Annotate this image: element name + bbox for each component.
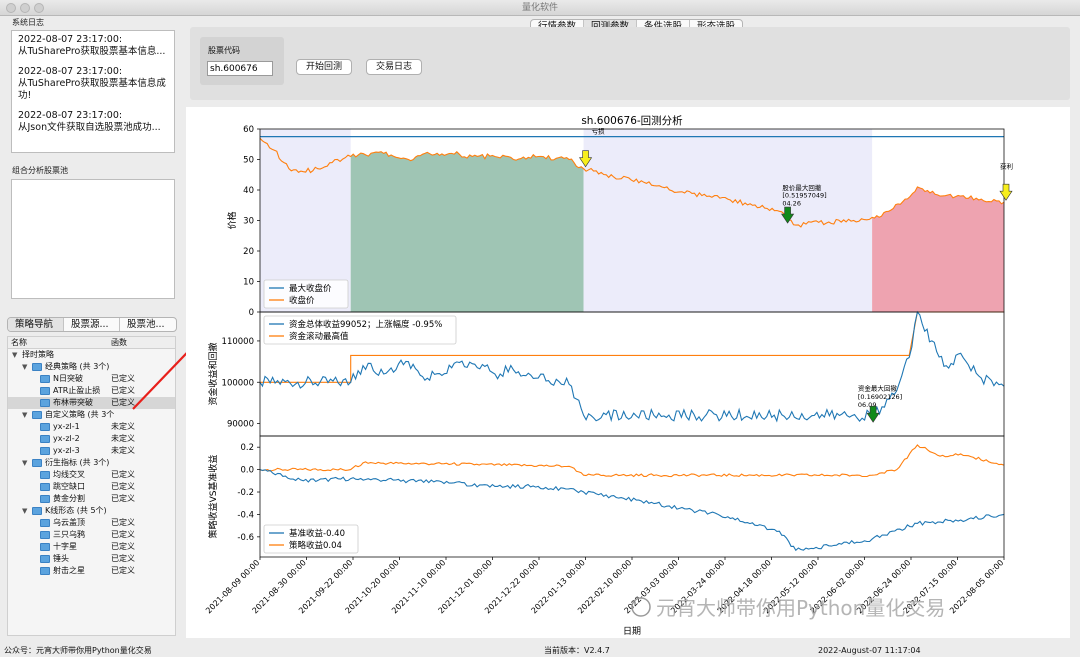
equity-ylabel: 资金收益和回撤 <box>207 342 219 405</box>
return-ytick-label: -0.6 <box>237 533 254 543</box>
price-region-2 <box>583 129 873 312</box>
equity-annotation: 资金最大回撤 <box>858 384 898 393</box>
price-legend-label: 最大收盘价 <box>289 283 332 294</box>
benchmark-return-line <box>259 469 1005 552</box>
price-ytick-label: 10 <box>243 278 254 288</box>
equity-ytick-label: 90000 <box>227 420 254 430</box>
chart-svg: sh.600676-回测分析0102030405060价格亏损股价最大回撤[0.… <box>204 114 1013 637</box>
strategy-return-line <box>259 444 1005 478</box>
chart-xlabel: 日期 <box>623 626 641 637</box>
return-ytick-label: -0.2 <box>237 488 254 498</box>
return-legend-label: 基准收益-0.40 <box>289 528 345 539</box>
price-ytick-label: 60 <box>243 125 254 135</box>
backtest-chart: sh.600676-回测分析 0 10 20 30 40 50 60 价格 亏损 股价最大回撤 [0.… <box>186 107 1070 638</box>
price-annotation: 亏损 <box>592 127 606 136</box>
price-ytick-label: 20 <box>243 247 254 257</box>
equity-ytick-label: 100000 <box>222 378 254 388</box>
price-legend-label: 收盘价 <box>289 295 315 306</box>
price-ylabel: 价格 <box>226 211 238 229</box>
status-version: 当前版本：V2.4.7 <box>544 646 610 655</box>
equity-legend-label: 资金滚动最高值 <box>289 331 349 342</box>
return-ytick-label: 0.2 <box>240 443 254 453</box>
equity-annotation: [0.16902126] <box>858 393 902 401</box>
price-ytick-label: 30 <box>243 217 254 227</box>
status-left: 公众号：元宵大师带你用Python量化交易 <box>4 646 152 655</box>
chart-title: sh.600676-回测分析 <box>581 114 683 127</box>
price-region-3 <box>872 187 1004 312</box>
return-ytick-label: 0.0 <box>240 466 254 476</box>
profit-marker-arrow <box>999 183 1013 201</box>
price-ytick-label: 40 <box>243 186 254 196</box>
return-ytick-label: -0.4 <box>237 510 254 520</box>
price-annotation: 04.26 <box>782 199 801 207</box>
watermark: 元宵大师带你用Python量化交易 <box>631 596 945 620</box>
return-panel-frame <box>259 435 1005 558</box>
status-bar: 公众号：元宵大师带你用Python量化交易 当前版本：V2.4.7 2022-A… <box>0 645 1080 657</box>
status-datetime: 2022-August-07 11:17:04 <box>818 646 921 655</box>
return-legend-label: 策略收益0.04 <box>289 540 342 551</box>
watermark-text: 元宵大师带你用Python量化交易 <box>656 596 945 620</box>
equity-legend-label: 资金总体收益99052；上涨幅度 -0.95% <box>289 319 442 330</box>
price-ytick-label: 50 <box>243 156 254 166</box>
price-annotation: 获利 <box>1000 162 1013 171</box>
price-region-1 <box>350 151 584 312</box>
equity-ytick-label: 110000 <box>222 337 254 347</box>
price-ytick-label: 0 <box>249 308 254 318</box>
return-ylabel: 策略收益VS基准收益 <box>207 455 219 539</box>
